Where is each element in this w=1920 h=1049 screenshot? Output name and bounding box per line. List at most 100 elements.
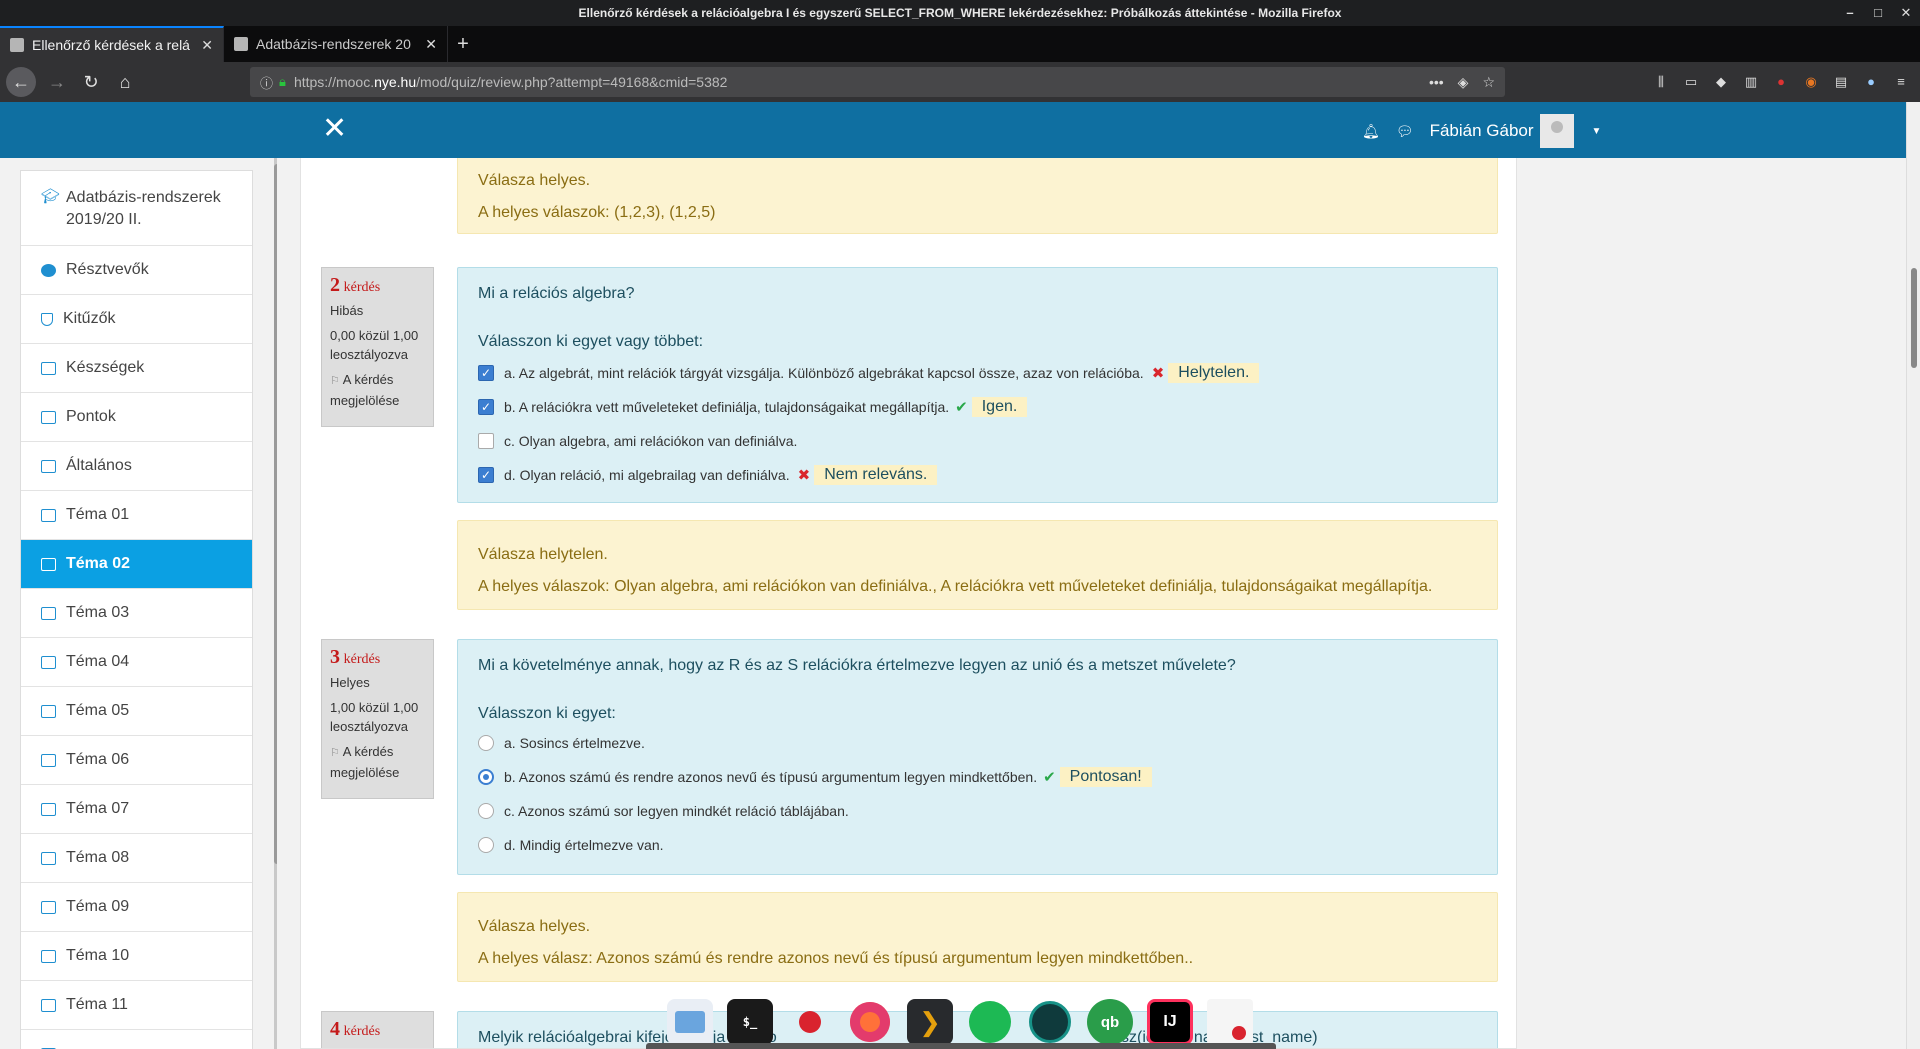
drawer-toggle-icon[interactable]: ✕ <box>322 114 347 144</box>
extension-icon[interactable]: ● <box>1862 75 1880 89</box>
question-word: kérdés <box>343 280 381 295</box>
intellij-icon[interactable]: IJ <box>1147 999 1193 1045</box>
flag-label: A kérdés megjelölése <box>330 744 400 780</box>
sidebar-item-grades[interactable]: Pontok <box>21 393 252 442</box>
close-window-icon[interactable]: ✕ <box>1892 0 1920 26</box>
sidebar-item-label: Téma 07 <box>66 800 130 817</box>
checkbox-checked[interactable]: ✓ <box>478 365 494 381</box>
extension-icon[interactable]: ◆ <box>1712 75 1730 89</box>
notification-bell-icon[interactable]: 🔔︎ <box>1362 123 1380 140</box>
incorrect-icon: ✖ <box>1151 365 1165 382</box>
flag-question[interactable]: ⚐ A kérdés megjelölése <box>330 742 425 782</box>
info-icon[interactable]: ⓘ <box>260 73 273 92</box>
back-icon[interactable]: ← <box>6 67 36 97</box>
checkbox-unchecked[interactable] <box>478 433 494 449</box>
messages-icon[interactable]: 💬︎ <box>1396 123 1414 140</box>
question-grade: 0,00 közül 1,00 leosztályozva <box>330 328 419 362</box>
extension-icon[interactable]: ▤ <box>1832 75 1850 89</box>
files-icon[interactable] <box>667 999 713 1045</box>
sidebar-item-general[interactable]: Általános <box>21 442 252 491</box>
option-feedback: Helytelen. <box>1168 363 1260 383</box>
radio-unselected[interactable] <box>478 803 494 819</box>
radio-unselected[interactable] <box>478 735 494 751</box>
browser-extensions: ⫼ ▭ ◆ ▥ ● ◉ ▤ ● ≡ <box>1652 62 1910 102</box>
sidebar-item-tema-05[interactable]: Téma 05 <box>21 687 252 736</box>
question-grade: 1,00 közül 1,00 leosztályozva <box>330 700 419 734</box>
answer-option-a: ✓ a. Az algebrát, mint relációk tárgyát … <box>478 356 1477 390</box>
sidebar-item-tema-06[interactable]: Téma 06 <box>21 736 252 785</box>
checkbox-checked[interactable]: ✓ <box>478 399 494 415</box>
scrollbar-thumb[interactable] <box>1911 268 1917 368</box>
page-scrollbar[interactable] <box>1906 102 1920 1049</box>
sidebar-item-tema-02[interactable]: Téma 02 <box>21 540 252 589</box>
sidebar-item-tema-01[interactable]: Téma 01 <box>21 491 252 540</box>
answer-option-a: a. Sosincs értelmezve. <box>478 726 1477 760</box>
extension-icon[interactable]: ▥ <box>1742 75 1760 89</box>
firefox-icon[interactable] <box>847 999 893 1045</box>
url-bar[interactable]: ⓘ 🔒︎ https://mooc. nye.hu/mod/quiz/review… <box>250 67 1505 97</box>
sidebar-item-tema-09[interactable]: Téma 09 <box>21 883 252 932</box>
forward-icon[interactable]: → <box>40 66 74 98</box>
menu-icon[interactable]: ≡ <box>1892 75 1910 89</box>
spotify-icon[interactable] <box>967 999 1013 1045</box>
sidebar-item-course[interactable]: 🎓︎ Adatbázis-rendszerek 2019/20 II. <box>21 171 252 246</box>
qbittorrent-icon[interactable]: qb <box>1087 999 1133 1045</box>
cherry-icon[interactable] <box>787 999 833 1045</box>
sidebar-item-tema-11[interactable]: Téma 11 <box>21 981 252 1030</box>
flag-icon: ⚐ <box>330 747 340 759</box>
user-menu: 🔔︎ 💬︎ Fábián Gábor ▼ <box>1362 114 1601 148</box>
home-icon[interactable]: ⌂ <box>108 66 142 98</box>
sidebar-item-tema-10[interactable]: Téma 10 <box>21 932 252 981</box>
text-editor-icon[interactable] <box>1207 999 1253 1045</box>
library-icon[interactable]: ⫼ <box>1652 75 1670 89</box>
avatar[interactable] <box>1539 114 1574 148</box>
more-actions-icon[interactable]: ••• <box>1429 74 1444 90</box>
pocket-icon[interactable]: ◈ <box>1458 74 1469 91</box>
sidebar-item-tema-04[interactable]: Téma 04 <box>21 638 252 687</box>
option-feedback: Pontosan! <box>1059 767 1152 787</box>
desktop-dock: $_ ❯ qb IJ <box>640 986 1280 1049</box>
close-tab-icon[interactable]: ✕ <box>201 37 213 54</box>
sidebar-item-tema-08[interactable]: Téma 08 <box>21 834 252 883</box>
radio-selected[interactable] <box>478 769 494 785</box>
sidebar-icon[interactable]: ▭ <box>1682 75 1700 89</box>
course-nav-list: 🎓︎ Adatbázis-rendszerek 2019/20 II. Rész… <box>20 170 253 1049</box>
sidebar-item-badges[interactable]: Kitűzők <box>21 295 252 344</box>
new-tab-icon[interactable]: + <box>448 26 478 62</box>
sidebar-item-label: Téma 02 <box>66 555 131 572</box>
answer-prompt: Válasszon ki egyet vagy többet: <box>478 333 704 350</box>
gitkraken-icon[interactable] <box>1027 999 1073 1045</box>
user-name[interactable]: Fábián Gábor <box>1430 121 1534 141</box>
sidebar-item-label: Résztvevők <box>66 261 149 278</box>
sidebar-item-tema-12[interactable] <box>21 1030 252 1049</box>
question-state: Helyes <box>330 675 370 690</box>
sidebar-item-label: Téma 09 <box>66 898 130 915</box>
checkbox-checked[interactable]: ✓ <box>478 467 494 483</box>
radio-unselected[interactable] <box>478 837 494 853</box>
extension-icon[interactable]: ◉ <box>1802 75 1820 89</box>
sidebar-item-participants[interactable]: Résztvevők <box>21 246 252 295</box>
sidebar-item-tema-03[interactable]: Téma 03 <box>21 589 252 638</box>
sidebar-item-tema-07[interactable]: Téma 07 <box>21 785 252 834</box>
ublock-icon[interactable]: ● <box>1772 75 1790 89</box>
plex-icon[interactable]: ❯ <box>907 999 953 1045</box>
flag-question[interactable]: ⚐ A kérdés megjelölése <box>330 370 425 410</box>
chevron-down-icon[interactable]: ▼ <box>1592 126 1602 137</box>
drawer-scrollbar-thumb[interactable] <box>274 164 277 864</box>
browser-tab-quiz[interactable]: Ellenőrző kérdések a relá ✕ <box>0 26 224 62</box>
minimize-icon[interactable]: – <box>1836 0 1864 26</box>
sidebar-item-label: Téma 06 <box>66 751 130 768</box>
browser-tab-course[interactable]: Adatbázis-rendszerek 20 ✕ <box>224 26 448 62</box>
window-controls: – □ ✕ <box>1836 0 1920 26</box>
maximize-icon[interactable]: □ <box>1864 0 1892 26</box>
close-tab-icon[interactable]: ✕ <box>425 36 437 53</box>
question-word: kérdés <box>343 652 381 667</box>
tab-strip: Ellenőrző kérdések a relá ✕ Adatbázis-re… <box>0 26 1920 62</box>
sidebar-item-competencies[interactable]: Készségek <box>21 344 252 393</box>
reload-icon[interactable]: ↻ <box>74 66 108 98</box>
q2-info: 2 kérdés Hibás 0,00 közül 1,00 leosztály… <box>321 267 434 427</box>
bookmark-star-icon[interactable]: ☆ <box>1482 74 1495 91</box>
option-text: a. Sosincs értelmezve. <box>504 735 645 751</box>
terminal-icon[interactable]: $_ <box>727 999 773 1045</box>
flag-icon: ⚐ <box>330 375 340 387</box>
